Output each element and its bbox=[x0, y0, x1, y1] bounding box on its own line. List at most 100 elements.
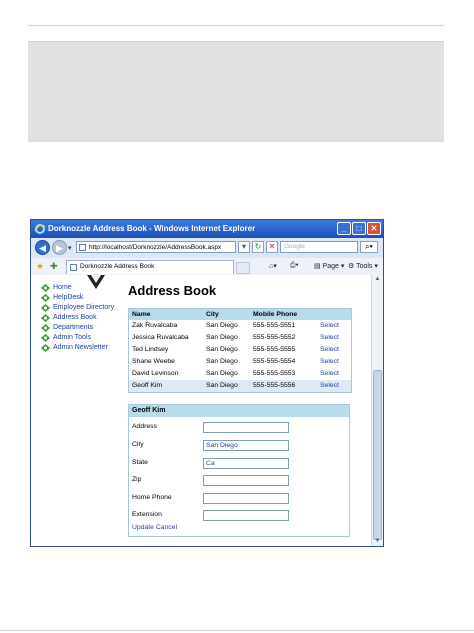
tools-menu[interactable]: ⚙ Tools ▾ bbox=[348, 262, 378, 270]
zip-label: Zip bbox=[132, 476, 142, 483]
cell-phone: 555-555-5553 bbox=[253, 370, 296, 377]
maximize-button[interactable]: □ bbox=[352, 222, 366, 235]
home-phone-field[interactable] bbox=[203, 493, 289, 504]
table-row-selected: Geoff Kim San Diego 555-555-5556 Select bbox=[129, 380, 351, 392]
tools-menu-label: Tools bbox=[356, 263, 373, 270]
refresh-icon[interactable]: ↻ bbox=[252, 241, 264, 253]
column-header-city: City bbox=[206, 311, 219, 318]
menu-item-label: Departments bbox=[53, 324, 94, 331]
select-link[interactable]: Select bbox=[320, 320, 339, 332]
menu-bullet-icon bbox=[41, 284, 50, 292]
state-field[interactable]: Ca bbox=[203, 458, 289, 469]
cell-city: San Diego bbox=[206, 346, 238, 353]
search-input[interactable]: Google bbox=[280, 241, 358, 253]
menu-bullet-icon bbox=[41, 334, 50, 342]
menu-arrow-icon bbox=[87, 275, 105, 289]
cell-phone: 555-555-5556 bbox=[253, 382, 296, 389]
table-row: Ted Lindsey San Diego 555-555-5555 Selec… bbox=[129, 344, 351, 356]
page-menu-label: Page bbox=[322, 263, 339, 270]
back-button[interactable]: ◀ bbox=[35, 240, 50, 255]
select-link[interactable]: Select bbox=[320, 356, 339, 368]
menu-item-label: Admin Newsletter bbox=[53, 344, 108, 351]
navigation-bar: ◀ ▶ ▾ http://localhost/Dorknozzle/Addres… bbox=[31, 238, 383, 259]
cell-name: Geoff Kim bbox=[132, 382, 163, 389]
address-bar[interactable]: http://localhost/Dorknozzle/AddressBook.… bbox=[76, 241, 236, 253]
ie-logo-icon bbox=[34, 224, 46, 234]
menu-item-employee-directory[interactable]: Employee Directory bbox=[41, 303, 114, 313]
window-title: Dorknozzle Address Book - Windows Intern… bbox=[48, 224, 256, 233]
gray-placeholder-box bbox=[28, 41, 444, 142]
tab-bar: ★ ✚ Dorknozzle Address Book ⌂▾ ⎙▾ ▤ Page… bbox=[31, 258, 383, 276]
menu-item-departments[interactable]: Departments bbox=[41, 323, 114, 333]
minimize-button[interactable]: _ bbox=[337, 222, 351, 235]
cell-name: Jessica Ruvalcaba bbox=[132, 334, 189, 341]
vertical-scrollbar[interactable]: ▲ ▼ bbox=[371, 275, 383, 546]
address-dropdown-icon[interactable]: ▾ bbox=[238, 241, 250, 253]
extension-field[interactable] bbox=[203, 510, 289, 521]
cell-phone: 555-555-5555 bbox=[253, 346, 296, 353]
menu-item-admin-newsletter[interactable]: Admin Newsletter bbox=[41, 343, 114, 353]
zip-field[interactable] bbox=[203, 475, 289, 486]
select-link[interactable]: Select bbox=[320, 344, 339, 356]
home-phone-label: Home Phone bbox=[132, 494, 172, 501]
cell-city: San Diego bbox=[206, 358, 238, 365]
employee-details-form: Geoff Kim Address City San Diego State C… bbox=[128, 404, 350, 537]
cell-phone: 555-555-5551 bbox=[253, 322, 296, 329]
top-rule bbox=[28, 25, 444, 26]
cell-city: San Diego bbox=[206, 334, 238, 341]
menu-item-helpdesk[interactable]: HelpDesk bbox=[41, 293, 114, 303]
select-link[interactable]: Select bbox=[320, 380, 339, 392]
menu-item-label: Admin Tools bbox=[53, 334, 92, 341]
print-icon[interactable]: ⎙▾ bbox=[290, 262, 299, 270]
menu-bullet-icon bbox=[41, 304, 50, 312]
menu-bullet-icon bbox=[41, 294, 50, 302]
cell-phone: 555-555-5554 bbox=[253, 358, 296, 365]
table-row: Jessica Ruvalcaba San Diego 555-555-5552… bbox=[129, 332, 351, 344]
home-icon[interactable]: ⌂▾ bbox=[269, 262, 277, 270]
scroll-down-icon[interactable]: ▼ bbox=[373, 538, 382, 544]
table-row: David Levinson San Diego 555-555-5553 Se… bbox=[129, 368, 351, 380]
cell-name: David Levinson bbox=[132, 370, 179, 377]
address-label: Address bbox=[132, 423, 157, 430]
address-grid: Name City Mobile Phone Zak Ruvalcaba San… bbox=[128, 308, 352, 393]
search-icon[interactable]: ⌕▾ bbox=[360, 241, 378, 253]
state-label: State bbox=[132, 459, 148, 466]
scroll-up-icon[interactable]: ▲ bbox=[373, 276, 382, 282]
cell-city: San Diego bbox=[206, 370, 238, 377]
stop-icon[interactable]: ✕ bbox=[266, 241, 278, 253]
browser-window: Dorknozzle Address Book - Windows Intern… bbox=[30, 219, 384, 547]
menu-item-label: Employee Directory bbox=[53, 304, 115, 311]
history-dropdown-icon[interactable]: ▾ bbox=[68, 244, 72, 252]
table-row: Shane Weebe San Diego 555-555-5554 Selec… bbox=[129, 356, 351, 368]
address-text: http://localhost/Dorknozzle/AddressBook.… bbox=[89, 244, 222, 251]
update-link[interactable]: Update bbox=[132, 524, 154, 531]
grid-header-row: Name City Mobile Phone bbox=[129, 309, 351, 320]
add-favorites-icon[interactable]: ✚ bbox=[50, 261, 58, 272]
page-icon bbox=[70, 264, 77, 271]
scrollbar-thumb[interactable] bbox=[373, 370, 382, 540]
address-field[interactable] bbox=[203, 422, 289, 433]
favorites-star-icon[interactable]: ★ bbox=[36, 261, 44, 272]
page-icon bbox=[79, 244, 86, 251]
select-link[interactable]: Select bbox=[320, 368, 339, 380]
tab-address-book[interactable]: Dorknozzle Address Book bbox=[66, 260, 234, 274]
forward-button[interactable]: ▶ bbox=[52, 240, 67, 255]
menu-item-address-book[interactable]: Address Book bbox=[41, 313, 114, 323]
menu-bullet-icon bbox=[41, 324, 50, 332]
new-tab-button[interactable] bbox=[236, 262, 250, 274]
column-header-mobile: Mobile Phone bbox=[253, 311, 298, 318]
page-menu[interactable]: ▤ Page ▾ bbox=[314, 262, 344, 270]
city-field[interactable]: San Diego bbox=[203, 440, 289, 451]
bottom-rule bbox=[0, 630, 474, 631]
close-button[interactable]: ✕ bbox=[367, 222, 381, 235]
menu-item-admin-tools[interactable]: Admin Tools bbox=[41, 333, 114, 343]
select-link[interactable]: Select bbox=[320, 332, 339, 344]
cancel-link[interactable]: Cancel bbox=[156, 524, 177, 531]
tab-label: Dorknozzle Address Book bbox=[80, 263, 155, 270]
column-header-name: Name bbox=[132, 311, 151, 318]
menu-item-label: Home bbox=[53, 284, 72, 291]
cell-name: Zak Ruvalcaba bbox=[132, 322, 178, 329]
extension-label: Extension bbox=[132, 511, 162, 518]
form-actions: Update Cancel bbox=[132, 524, 177, 531]
menu-item-label: Address Book bbox=[53, 314, 97, 321]
